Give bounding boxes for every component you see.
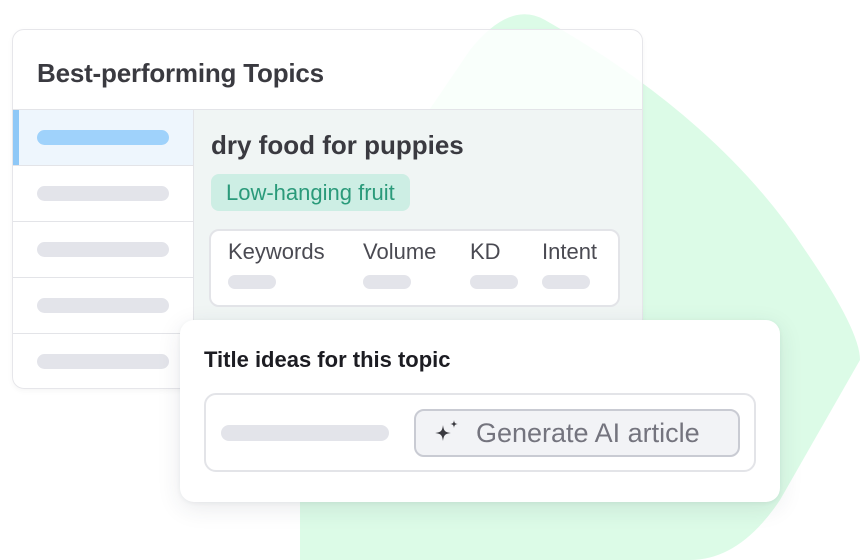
title-placeholder bbox=[221, 425, 389, 441]
topic-name: dry food for puppies bbox=[211, 130, 464, 160]
metric-value-placeholder bbox=[542, 275, 590, 289]
topic-row[interactable] bbox=[13, 166, 193, 222]
metric-value-placeholder bbox=[470, 275, 518, 289]
topic-placeholder bbox=[37, 186, 169, 201]
metric-label: Intent bbox=[542, 239, 598, 264]
metric-label: KD bbox=[470, 239, 501, 264]
metric-intent: Intent bbox=[542, 239, 597, 289]
generate-button-label: Generate AI article bbox=[476, 417, 700, 448]
status-badge: Low-hanging fruit bbox=[211, 174, 410, 211]
metric-value-placeholder bbox=[228, 275, 276, 289]
topic-placeholder bbox=[37, 354, 169, 369]
topic-row[interactable] bbox=[13, 222, 193, 278]
title-ideas-heading: Title ideas for this topic bbox=[204, 347, 451, 372]
sparkle-icon bbox=[431, 417, 463, 449]
metrics-box: Keywords Volume KD Intent bbox=[209, 229, 620, 307]
title-ideas-card: Title ideas for this topic Generate AI a… bbox=[180, 320, 780, 502]
topic-row[interactable] bbox=[13, 278, 193, 334]
topic-list bbox=[13, 110, 194, 388]
metric-volume: Volume bbox=[363, 239, 436, 289]
metric-label: Keywords bbox=[228, 239, 325, 264]
topic-placeholder bbox=[37, 298, 169, 313]
generate-ai-article-button[interactable]: Generate AI article bbox=[414, 409, 740, 457]
page: Best-performing Topics dry food for pupp… bbox=[0, 0, 860, 560]
metric-kd: KD bbox=[470, 239, 518, 289]
topic-placeholder bbox=[37, 130, 169, 145]
metric-label: Volume bbox=[363, 239, 437, 264]
metric-keywords: Keywords bbox=[228, 239, 325, 289]
topic-row[interactable] bbox=[13, 334, 193, 388]
topic-row-selected[interactable] bbox=[13, 110, 193, 166]
title-idea-field[interactable]: Generate AI article bbox=[204, 393, 756, 472]
metric-value-placeholder bbox=[363, 275, 411, 289]
topics-card-title: Best-performing Topics bbox=[37, 58, 324, 88]
topic-placeholder bbox=[37, 242, 169, 257]
